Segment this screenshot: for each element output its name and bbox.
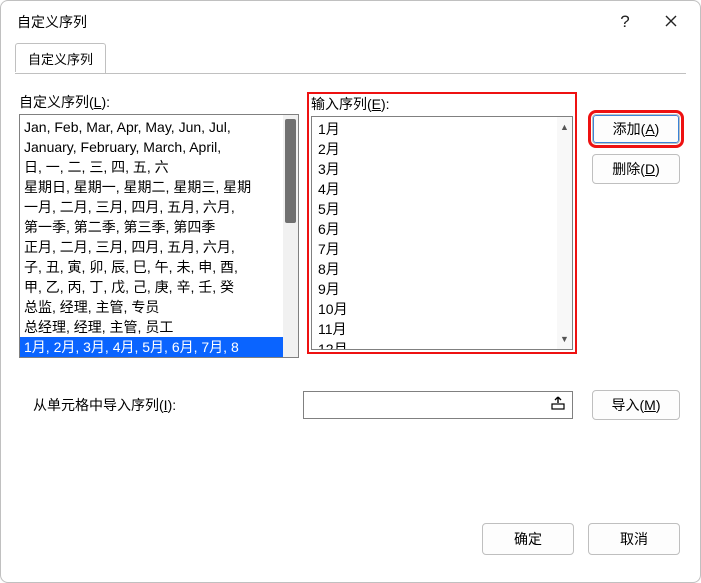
add-button-accel: A bbox=[645, 121, 654, 137]
list-item[interactable]: 总监, 经理, 主管, 专员 bbox=[20, 297, 283, 317]
import-label: 从单元格中导入序列(I): bbox=[19, 395, 293, 415]
lists-scrollbar-thumb[interactable] bbox=[285, 119, 296, 223]
entries-label-text: 输入序列 bbox=[311, 96, 367, 112]
import-label-text: 从单元格中导入序列 bbox=[33, 397, 159, 413]
list-item[interactable]: 第一季, 第二季, 第三季, 第四季 bbox=[20, 217, 283, 237]
list-item[interactable]: 甲, 乙, 丙, 丁, 戊, 己, 庚, 辛, 壬, 癸 bbox=[20, 277, 283, 297]
chevron-up-icon: ▲ bbox=[560, 122, 569, 132]
entries-column: 输入序列(E): 1月 2月 3月 4月 5月 6月 7月 8月 9月 10月 … bbox=[307, 92, 577, 360]
list-item[interactable]: January, February, March, April, bbox=[20, 137, 283, 157]
lists-items-container: Jan, Feb, Mar, Apr, May, Jun, Jul,Januar… bbox=[20, 115, 283, 357]
main-row: 自定义序列(L): Jan, Feb, Mar, Apr, May, Jun, … bbox=[19, 92, 684, 360]
help-button[interactable]: ? bbox=[602, 6, 648, 38]
cancel-button[interactable]: 取消 bbox=[588, 523, 680, 555]
range-picker-icon bbox=[550, 395, 566, 414]
entries-label: 输入序列(E): bbox=[311, 94, 390, 114]
list-item[interactable]: 正月, 二月, 三月, 四月, 五月, 六月, bbox=[20, 237, 283, 257]
import-row: 从单元格中导入序列(I): 导入(M) bbox=[19, 390, 684, 420]
list-item[interactable]: 总经理, 经理, 主管, 员工 bbox=[20, 317, 283, 337]
close-icon bbox=[665, 14, 677, 30]
entries-scroll-down[interactable]: ▼ bbox=[559, 333, 570, 345]
lists-listbox[interactable]: Jan, Feb, Mar, Apr, May, Jun, Jul,Januar… bbox=[19, 114, 299, 358]
entries-scrollbar[interactable]: ▲ ▼ bbox=[557, 117, 572, 349]
tabstrip: 自定义序列 bbox=[15, 43, 686, 73]
lists-column: 自定义序列(L): Jan, Feb, Mar, Apr, May, Jun, … bbox=[19, 92, 299, 360]
custom-lists-dialog: 自定义序列 ? 自定义序列 自定义序列(L): Jan, Feb, Mar, A… bbox=[0, 0, 701, 583]
ok-button-label: 确定 bbox=[514, 529, 542, 549]
chevron-down-icon: ▼ bbox=[560, 334, 569, 344]
range-picker-button[interactable] bbox=[549, 395, 567, 413]
import-button-accel: M bbox=[644, 397, 656, 413]
close-button[interactable] bbox=[648, 6, 694, 38]
content: 自定义序列(L): Jan, Feb, Mar, Apr, May, Jun, … bbox=[1, 74, 700, 510]
window-title: 自定义序列 bbox=[17, 12, 602, 32]
entries-text: 1月 2月 3月 4月 5月 6月 7月 8月 9月 10月 11月 12月 bbox=[312, 117, 557, 349]
delete-button-label: 删除 bbox=[612, 159, 640, 179]
titlebar-buttons: ? bbox=[602, 6, 694, 38]
import-input-cell bbox=[303, 391, 573, 419]
add-button-label: 添加 bbox=[613, 119, 641, 139]
bottombar: 确定 取消 bbox=[1, 510, 700, 582]
entries-wrap: 输入序列(E): 1月 2月 3月 4月 5月 6月 7月 8月 9月 10月 … bbox=[307, 92, 577, 360]
titlebar: 自定义序列 ? bbox=[1, 1, 700, 43]
import-button-label: 导入 bbox=[611, 395, 639, 415]
help-icon: ? bbox=[620, 12, 629, 32]
lists-label-accel: L bbox=[94, 94, 102, 110]
lists-label-text: 自定义序列 bbox=[19, 94, 89, 110]
import-button[interactable]: 导入(M) bbox=[592, 390, 680, 420]
lists-label: 自定义序列(L): bbox=[19, 92, 299, 112]
entries-textarea[interactable]: 1月 2月 3月 4月 5月 6月 7月 8月 9月 10月 11月 12月 ▲… bbox=[311, 116, 573, 350]
delete-button[interactable]: 删除(D) bbox=[592, 154, 680, 184]
tab-custom-lists[interactable]: 自定义序列 bbox=[15, 43, 106, 73]
ok-button[interactable]: 确定 bbox=[482, 523, 574, 555]
import-label-accel: I bbox=[164, 397, 168, 413]
delete-button-accel: D bbox=[645, 161, 655, 177]
cancel-button-label: 取消 bbox=[620, 529, 648, 549]
entries-scroll-up[interactable]: ▲ bbox=[559, 121, 570, 133]
side-buttons: 添加(A) 删除(D) bbox=[585, 92, 684, 360]
list-item[interactable]: 星期日, 星期一, 星期二, 星期三, 星期 bbox=[20, 177, 283, 197]
list-item[interactable]: 1月, 2月, 3月, 4月, 5月, 6月, 7月, 8 bbox=[20, 337, 283, 357]
add-button[interactable]: 添加(A) bbox=[592, 114, 680, 144]
list-item[interactable]: 一月, 二月, 三月, 四月, 五月, 六月, bbox=[20, 197, 283, 217]
import-input[interactable] bbox=[303, 391, 573, 419]
list-item[interactable]: 子, 丑, 寅, 卯, 辰, 巳, 午, 未, 申, 酉, bbox=[20, 257, 283, 277]
entries-label-accel: E bbox=[372, 96, 381, 112]
lists-scrollbar[interactable] bbox=[283, 115, 298, 357]
list-item[interactable]: Jan, Feb, Mar, Apr, May, Jun, Jul, bbox=[20, 117, 283, 137]
list-item[interactable]: 日, 一, 二, 三, 四, 五, 六 bbox=[20, 157, 283, 177]
